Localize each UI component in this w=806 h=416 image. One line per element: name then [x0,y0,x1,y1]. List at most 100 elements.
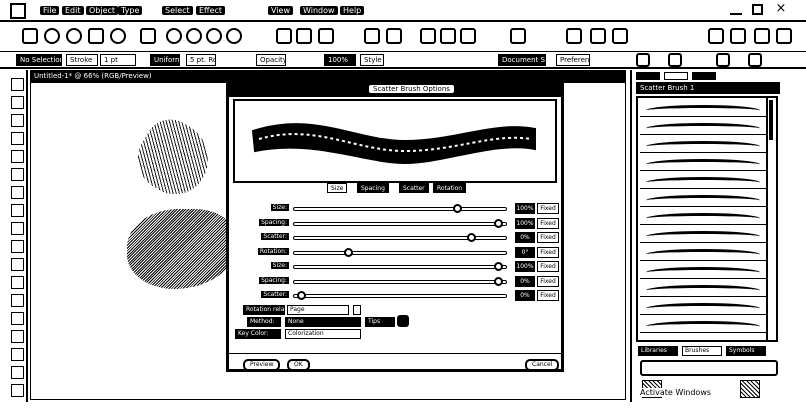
slider-mode-select[interactable]: Fixed [537,217,559,229]
dock-tab-c[interactable] [692,72,716,80]
slider-mode-select[interactable]: Fixed [537,290,559,301]
maximize-icon[interactable] [752,4,763,15]
symbol-sprayer-icon[interactable] [420,28,436,44]
slider-track[interactable] [293,265,507,269]
free-transform-icon[interactable] [386,28,402,44]
tool-line-icon[interactable] [11,150,24,163]
blob-brush-icon[interactable] [226,28,242,44]
dock-tab-a[interactable] [636,72,660,80]
slider-thumb[interactable] [493,218,503,228]
menu-type[interactable]: Type [118,6,143,15]
menu-object[interactable]: Object [86,6,119,15]
slider-value-field[interactable]: 100% [515,261,535,272]
style-label[interactable]: Style [360,54,384,66]
dock-tab-b[interactable] [664,72,688,80]
brush-list-item[interactable] [640,210,766,225]
tool-rectangle-icon[interactable] [11,168,24,181]
scale-tool-icon[interactable] [318,28,334,44]
brush-list-item[interactable] [640,282,766,297]
magic-wand-icon[interactable] [66,28,82,44]
panel-menu-icon[interactable] [748,53,762,67]
slider-value-field[interactable]: 100% [515,217,535,229]
brush-list-item[interactable] [640,138,766,153]
variable-width-select[interactable]: Uniform [150,54,180,66]
menu-file[interactable]: File [40,6,60,15]
swatch-thumbnail-2-icon[interactable] [740,380,760,398]
slider-thumb[interactable] [344,247,354,257]
tool-gradient-icon[interactable] [11,312,24,325]
close-icon[interactable]: × [774,2,788,16]
preview-checkbox[interactable]: Preview [243,359,281,371]
slider-mode-select[interactable]: Fixed [537,246,559,258]
slider-track[interactable] [293,294,507,298]
tips-button[interactable]: Tips [365,317,395,327]
slider-mode-select[interactable]: Fixed [537,275,559,287]
eraser-tool-icon[interactable] [276,28,292,44]
pencil-tool-icon[interactable] [206,28,222,44]
tool-type-icon[interactable] [11,132,24,145]
document-setup-button[interactable]: Document Setup [498,54,546,66]
slider-mode-select[interactable]: Fixed [537,232,559,243]
tab-size[interactable]: Size [327,183,348,193]
tool-pencil-icon[interactable] [11,204,24,217]
tab-spacing[interactable]: Spacing [357,183,389,193]
graph-tool-icon[interactable] [440,28,456,44]
slider-mode-select[interactable]: Fixed [537,261,559,272]
tool-eraser-icon[interactable] [11,222,24,235]
mesh-tool-icon[interactable] [460,28,476,44]
brush-list-item[interactable] [640,174,766,189]
brush-list-item[interactable] [640,246,766,261]
brush-list-item[interactable] [640,156,766,171]
slider-thumb[interactable] [297,291,307,300]
dock-button-symbols[interactable]: Symbols [726,346,766,356]
tool-zoom-icon[interactable] [11,366,24,379]
ok-button[interactable]: OK [287,359,310,371]
eyedropper-icon[interactable] [566,28,582,44]
dock-button-brushes[interactable]: Brushes [682,346,722,356]
slider-value-field[interactable]: 0% [515,232,535,243]
slider-thumb[interactable] [467,233,477,242]
tab-scatter[interactable]: Scatter [399,183,429,193]
rotation-relative-select[interactable]: Page [287,305,349,315]
tab-rotation[interactable]: Rotation [433,183,467,193]
brush-definition-select[interactable]: 5 pt. Round [186,54,216,66]
brush-list-item[interactable] [640,318,766,333]
tool-direct-select-icon[interactable] [11,96,24,109]
zoom-tool-icon[interactable] [730,28,746,44]
slider-value-field[interactable]: 100% [515,203,535,214]
slider-value-field[interactable]: 0° [515,246,535,258]
slider-track[interactable] [293,279,507,284]
tool-eyedropper-icon[interactable] [11,330,24,343]
tool-paintbrush-icon[interactable] [11,186,24,199]
stroke-label[interactable]: Stroke [66,54,98,66]
slice-tool-icon[interactable] [612,28,628,44]
key-color-eyedropper-icon[interactable] [397,315,409,327]
tool-fill-stroke-icon[interactable] [11,384,24,397]
menu-effect[interactable]: Effect [196,6,226,15]
tool-rotate-icon[interactable] [11,240,24,253]
preferences-button[interactable]: Preferences [556,54,590,66]
lasso-icon[interactable] [88,28,104,44]
ellipse-tool-icon[interactable] [166,28,182,44]
slider-value-field[interactable]: 0% [515,275,535,287]
slider-mode-select[interactable]: Fixed [537,203,559,214]
minimize-icon[interactable] [730,5,742,15]
menu-view[interactable]: View [268,6,293,15]
opacity-label[interactable]: Opacity [256,54,286,66]
menu-window[interactable]: Window [300,6,338,15]
direct-select-icon[interactable] [44,28,60,44]
tool-free-transform-icon[interactable] [11,294,24,307]
workspace-switcher-icon[interactable] [776,28,792,44]
slider-track[interactable] [293,250,507,255]
warp-tool-icon[interactable] [364,28,380,44]
brush-list-scrollbar[interactable] [766,98,776,340]
rotation-dropdown-icon[interactable] [353,305,361,315]
menu-edit[interactable]: Edit [62,6,84,15]
artboard-tool-icon[interactable] [754,28,770,44]
brush-list-item[interactable] [640,264,766,279]
brush-list-item[interactable] [640,300,766,315]
opacity-field[interactable]: 100% [324,54,356,66]
selection-tool-icon[interactable] [22,28,38,44]
slider-track[interactable] [293,221,507,226]
slider-thumb[interactable] [452,204,462,213]
